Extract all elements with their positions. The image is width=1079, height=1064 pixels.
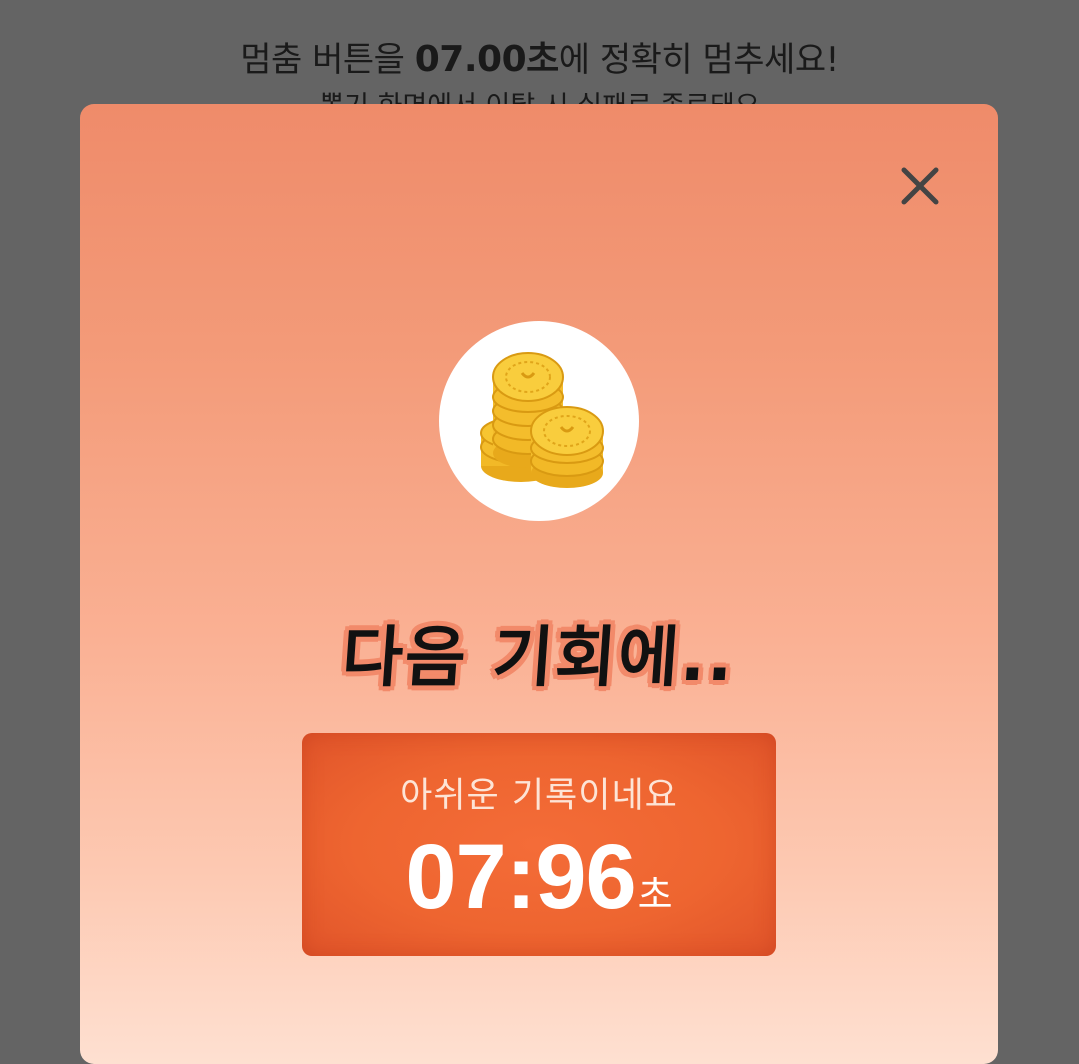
instruction-suffix: 에 정확히 멈추세요! [558, 40, 840, 80]
result-title: 다음 기회에.. [339, 619, 738, 696]
close-button[interactable] [892, 158, 948, 214]
target-time: 07.00초 [414, 39, 560, 80]
record-box: 아쉬운 기록이네요 07:96초 [302, 733, 776, 956]
instruction-prefix: 멈춤 버튼을 [240, 40, 415, 80]
record-message: 아쉬운 기록이네요 [400, 776, 678, 816]
record-time-value: 07:96 [405, 826, 636, 928]
coin-badge [439, 321, 639, 521]
record-time: 07:96초 [302, 825, 776, 930]
result-modal: 다음 기회에.. 아쉬운 기록이네요 07:96초 [80, 104, 998, 1064]
coin-stack-icon [480, 352, 604, 488]
instruction-line: 멈춤 버튼을 07.00초에 정확히 멈추세요! [0, 30, 1079, 82]
record-time-unit: 초 [637, 873, 673, 917]
close-icon[interactable] [892, 158, 948, 214]
